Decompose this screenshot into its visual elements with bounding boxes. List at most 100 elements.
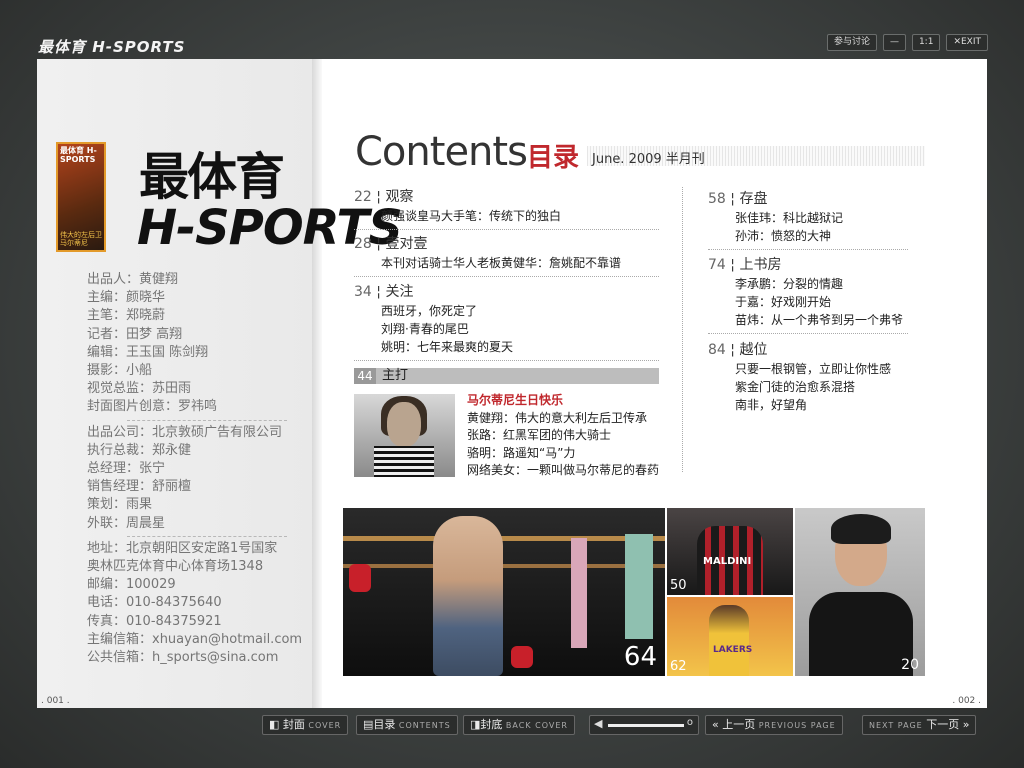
photo-man[interactable]: 20 [795,508,925,676]
credit-line: 邮编：100029 [87,577,176,593]
toc-page-num: 74 [708,257,726,273]
boxing-glove [511,646,533,668]
cover-thumbnail[interactable]: 最体育 H-SPORTS 伟大的左后卫 马尔蒂尼 [56,142,106,252]
volume-slider[interactable]: ◀ o [589,715,699,735]
photo-page-num: 64 [623,642,657,672]
lakers-text: LAKERS [713,645,753,655]
issue-date-band: June. 2009 半月刊 [587,146,925,167]
prev-arrow-icon: « [712,718,719,731]
back-cover-button[interactable]: ◨封底 BACK COVER [463,715,575,735]
actual-size-button[interactable]: 1:1 [911,34,941,51]
toc-section[interactable]: 22 ¦ 观察 颜强谈皇马大手笔：传统下的独白 [354,187,659,230]
volume-end: o [686,717,693,728]
credit-line: 外联：周晨星 [87,515,166,531]
toc-page-num: 22 [354,189,372,205]
photo-bar [343,536,665,541]
photo-maldini-jersey[interactable]: MALDINI 50 [667,508,793,595]
feature-item[interactable]: 骆明：路遥知“马”力 [467,445,659,463]
credit-line: 公共信箱：h_sports@sina.com [87,650,279,666]
toc-section[interactable]: 58 ¦ 存盘 张佳玮：科比越狱记 孙沛：愤怒的大神 [708,189,908,250]
toc-item[interactable]: 李承鹏：分裂的情趣 [708,275,908,293]
next-page-button[interactable]: NEXT PAGE 下一页 » [862,715,977,735]
page-icon: ◨ [470,718,481,731]
toc-item[interactable]: 张佳玮：科比越狱记 [708,209,908,227]
photo-model[interactable]: 64 [343,508,665,676]
toc-item[interactable]: 颜强谈皇马大手笔：传统下的独白 [354,207,659,225]
toc-item[interactable]: 西班牙，你死定了 [354,302,659,320]
toc-section[interactable]: 74 ¦ 上书房 李承鹏：分裂的情趣 于嘉：好戏刚开始 苗炜：从一个弗爷到另一个… [708,255,908,334]
toc-page-num: 84 [708,342,726,358]
photo-towel [571,538,587,648]
portrait-shirt [374,446,434,477]
prev-page-button[interactable]: « 上一页 PREVIOUS PAGE [705,715,843,735]
toc-item[interactable]: 本刊对话骑士华人老板黄健华：詹姚配不靠谱 [354,254,659,272]
credits-group-2: 出品公司：北京敦硕广告有限公司 执行总裁：郑永健 总经理：张宁 销售经理：舒丽檀… [87,424,317,533]
toc-item[interactable]: 孙沛：愤怒的大神 [708,227,908,245]
cover-button[interactable]: ◧ 封面 COVER [262,715,349,735]
photo-towel [625,534,653,639]
credit-line: 策划：雨果 [87,497,153,513]
toc-section[interactable]: 28 ¦ 壹对壹 本刊对话骑士华人老板黄健华：詹姚配不靠谱 [354,234,659,277]
player-shape [709,605,749,676]
headline-title: 主打 [382,368,409,383]
next-arrow-icon: » [962,718,970,731]
photo-kobe[interactable]: LAKERS 62 [667,597,793,676]
issue-date: June. 2009 半月刊 [592,152,705,167]
feature-title[interactable]: 马尔蒂尼生日快乐 [467,392,659,410]
discuss-button[interactable]: 参与讨论 [826,34,877,51]
credits: 出品人：黄健翔 主编：颜晓华 主笔：郑晓蔚 记者：田梦 高翔 编辑：王玉国 陈剑… [87,271,317,667]
credit-line: 奥林匹克体育中心体育场1348 [87,559,264,575]
toc-section-title: 关注 [385,284,414,300]
feature-item[interactable]: 张路：红黑军团的伟大骑士 [467,427,659,445]
photo-page-num: 62 [670,659,687,674]
toc-section-title: 越位 [739,342,768,358]
toc-page-num: 58 [708,191,726,207]
credit-line: 出品公司：北京敦硕广告有限公司 [87,424,283,440]
credit-line: 传真：010-84375921 [87,613,222,629]
toc-item[interactable]: 只要一根钢管，立即让你性感 [708,360,908,378]
toc-section[interactable]: 84 ¦ 越位 只要一根钢管，立即让你性感 紫金门徒的治愈系混搭 南非，好望角 [708,340,908,414]
credit-line: 主编：颜晓华 [87,290,166,306]
exit-button[interactable]: ✕EXIT [946,34,988,51]
divider [354,360,659,361]
contents-title: Contents [355,129,528,175]
toc-item[interactable]: 苗炜：从一个弗爷到另一个弗爷 [708,311,908,329]
page-number-right: . 002 . [952,696,981,706]
credits-group-3: 地址：北京朝阳区安定路1号国家 奥林匹克体育中心体育场1348 邮编：10002… [87,540,317,667]
headline-page-num: 44 [354,368,376,384]
page-icon: ◧ [269,718,280,731]
column-divider [682,187,683,472]
toc-item[interactable]: 姚明：七年来最爽的夏天 [354,338,659,356]
credits-group-1: 出品人：黄健翔 主编：颜晓华 主笔：郑晓蔚 记者：田梦 高翔 编辑：王玉国 陈剑… [87,271,317,417]
maldini-portrait[interactable] [354,394,455,477]
credit-line: 销售经理：舒丽檀 [87,479,192,495]
photo-page-num: 20 [901,657,919,673]
toc-page-num: 28 [354,236,372,252]
speaker-icon: ◀ [594,717,603,730]
toc-item[interactable]: 南非，好望角 [708,396,908,414]
app-brand: 最体育 H-SPORTS [38,38,186,56]
minimize-button[interactable]: — [882,34,906,51]
credit-line: 执行总裁：郑永健 [87,442,192,458]
toc-section[interactable]: 34 ¦ 关注 西班牙，你死定了 刘翔·青春的尾巴 姚明：七年来最爽的夏天 [354,282,659,361]
photo-page-num: 50 [670,578,687,593]
toc-item[interactable]: 于嘉：好戏刚开始 [708,293,908,311]
credit-line: 记者：田梦 高翔 [87,326,183,342]
divider [354,276,659,277]
top-toolbar: 参与讨论 — 1:1 ✕EXIT [826,34,988,51]
credit-line: 编辑：王玉国 陈剑翔 [87,344,209,360]
volume-track[interactable] [608,724,684,727]
toc-item[interactable]: 刘翔·青春的尾巴 [354,320,659,338]
credit-line: 摄影：小船 [87,363,153,379]
headline-bar[interactable]: 44 主打 [354,368,659,384]
logo-cn: 最体育 [139,148,285,206]
credit-line: 总经理：张宁 [87,461,166,477]
feature-item[interactable]: 网络美女：一颗叫做马尔蒂尼的春药 [467,462,659,480]
cover-caption: 伟大的左后卫 马尔蒂尼 [60,231,102,247]
toc-item[interactable]: 紫金门徒的治愈系混搭 [708,378,908,396]
magazine-spread: 最体育 H-SPORTS 伟大的左后卫 马尔蒂尼 最体育 H-SPORTS 出品… [37,59,987,708]
credit-line: 地址：北京朝阳区安定路1号国家 [87,540,278,556]
credit-line: 出品人：黄健翔 [87,272,179,287]
contents-button[interactable]: ▤目录 CONTENTS [356,715,458,735]
feature-item[interactable]: 黄健翔：伟大的意大利左后卫传承 [467,410,659,428]
